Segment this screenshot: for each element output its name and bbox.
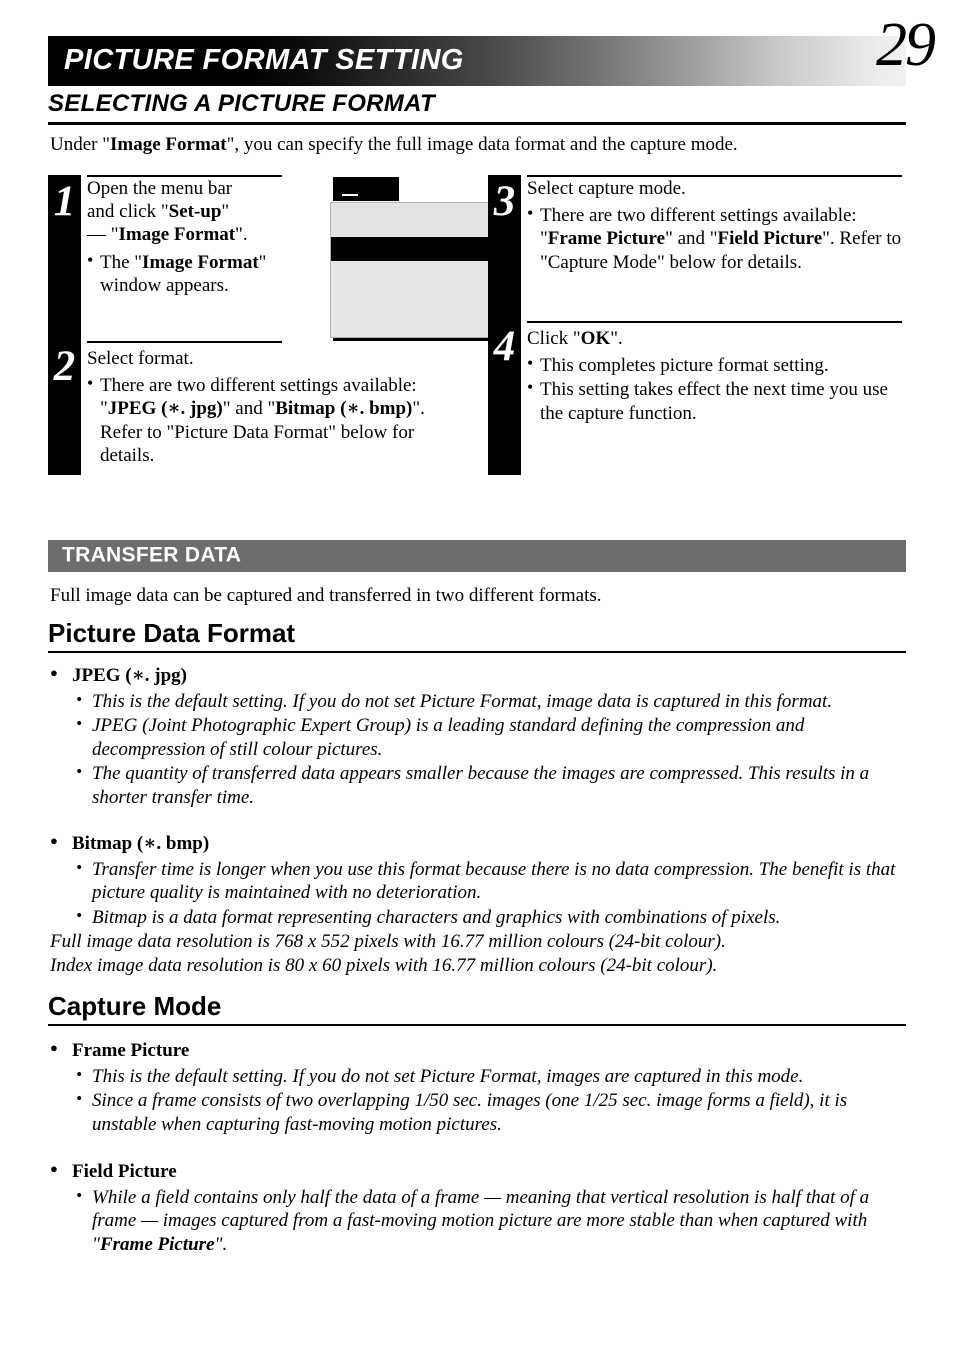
transfer-data-band-label: TRANSFER DATA [62, 543, 242, 567]
field-picture-label: Field Picture [50, 1160, 912, 1184]
jpeg-bullet-list: This is the default setting. If you do n… [50, 689, 912, 810]
frame-picture-label: Frame Picture [50, 1039, 912, 1063]
jpeg-bullet-1: This is the default setting. If you do n… [50, 689, 912, 714]
bitmap-bullet-2: Bitmap is a data format representing cha… [50, 905, 912, 930]
step-4-title-suffix: ". [610, 328, 623, 349]
step-4-bullet-2: This setting takes effect the next time … [527, 377, 902, 424]
step-4-body: Click "OK". This completes picture forma… [527, 327, 902, 426]
step-number-2: 2 [53, 343, 76, 390]
page-number: 29 [876, 11, 936, 79]
frame-picture-bullet-1: This is the default setting. If you do n… [50, 1064, 912, 1089]
step-4-bullets: This completes picture format setting. T… [527, 353, 902, 425]
intro-suffix: ", you can specify the full image data f… [226, 134, 738, 155]
bitmap-bullet-list: Transfer time is longer when you use thi… [50, 857, 912, 930]
section-title: SELECTING A PICTURE FORMAT [48, 90, 906, 125]
step-3-body: Select capture mode. There are two diffe… [527, 177, 902, 275]
step-3-bullet-bold-2: Field Picture [717, 228, 823, 250]
step-4-divider [527, 321, 902, 323]
step-1-bullet-1: The "Image Format" window appears. [87, 250, 282, 297]
step-3-bullets: There are two different settings availab… [527, 203, 902, 274]
step-2-bullet-mid: " and " [222, 398, 276, 420]
bitmap-label: Bitmap (∗. bmp) [50, 832, 912, 856]
step-number-bar-left: 1 2 [48, 175, 81, 475]
picture-data-format-heading: Picture Data Format [48, 618, 906, 653]
step-2-bullet-bold-1: JPEG (∗. jpg) [107, 398, 223, 420]
steps-column-right: 3 4 Select capture mode. There are two d… [488, 175, 908, 475]
step-1-line-3-prefix: — " [87, 224, 119, 246]
step-4-bullet-1: This completes picture format setting. [527, 353, 902, 377]
frame-picture-bullet-list: This is the default setting. If you do n… [50, 1064, 912, 1137]
step-1-line-2: and click "Set-up" [87, 200, 282, 223]
page-header-bar: PICTURE FORMAT SETTING [48, 36, 906, 86]
menu-dropdown-panel [330, 202, 513, 338]
jpeg-bullet-2: JPEG (Joint Photographic Expert Group) i… [50, 713, 912, 761]
page-title: PICTURE FORMAT SETTING [64, 43, 464, 76]
field-picture-bullet-1: While a field contains only half the dat… [50, 1185, 912, 1257]
intro-bold-term: Image Format [110, 134, 227, 155]
step-3-bullet-bold-1: Frame Picture [547, 228, 666, 250]
menu-bar-item-setup[interactable] [333, 177, 399, 201]
field-picture-bullet-suffix: ". [214, 1233, 228, 1255]
menu-item-selected-image-format[interactable] [331, 237, 512, 261]
steps-column-left: 1 2 Open the menu bar and click "Set-up"… [48, 175, 513, 475]
step-1-line-1: Open the menu bar [87, 178, 233, 199]
step-1-line-3-suffix: ". [235, 224, 248, 246]
step-1-body: Open the menu bar and click "Set-up" — "… [87, 177, 282, 298]
menu-item-with-submenu[interactable] [331, 204, 512, 236]
steps-region: 1 2 Open the menu bar and click "Set-up"… [48, 175, 908, 475]
bitmap-bullet-1: Transfer time is longer when you use thi… [50, 857, 912, 905]
step-number-4: 4 [493, 323, 516, 370]
step-number-1: 1 [53, 178, 76, 225]
step-4-title-bold: OK [580, 328, 611, 349]
step-2-title: Select format. [87, 348, 194, 369]
bitmap-note-index-image: Index image data resolution is 80 x 60 p… [50, 954, 718, 976]
intro-prefix: Under " [50, 134, 110, 155]
step-1-line-3-bold: Image Format [118, 224, 236, 246]
step-2-body: Select format. There are two different s… [87, 347, 462, 468]
step-1-bullet-prefix: The " [100, 251, 143, 273]
frame-picture-block: Frame Picture This is the default settin… [50, 1039, 912, 1137]
step-1-line-2-suffix: " [221, 201, 230, 223]
transfer-data-caption: Full image data can be captured and tran… [50, 585, 602, 606]
step-3-bullet-1: There are two different settings availab… [527, 203, 902, 274]
field-picture-bullet-list: While a field contains only half the dat… [50, 1185, 912, 1257]
jpeg-block: JPEG (∗. jpg) This is the default settin… [50, 664, 912, 810]
step-2-bullets: There are two different settings availab… [87, 373, 462, 467]
step-3-bullet-mid: " and " [665, 228, 718, 250]
step-1-line-3: — "Image Format". [87, 223, 282, 246]
jpeg-label: JPEG (∗. jpg) [50, 664, 912, 688]
jpeg-bullet-3: The quantity of transferred data appears… [50, 761, 912, 809]
capture-mode-heading: Capture Mode [48, 991, 906, 1026]
step-3-title: Select capture mode. [527, 178, 686, 199]
step-1-bullet-bold: Image Format [142, 251, 259, 273]
frame-picture-bullet-2: Since a frame consists of two overlappin… [50, 1088, 912, 1136]
step-number-3: 3 [493, 178, 516, 225]
field-picture-block: Field Picture While a field contains onl… [50, 1160, 912, 1257]
step-2-divider [87, 341, 282, 343]
step-number-bar-right: 3 4 [488, 175, 521, 475]
step-4-title-prefix: Click " [527, 328, 581, 349]
step-1-line-2-bold: Set-up [168, 201, 222, 223]
step-1-bullets: The "Image Format" window appears. [87, 250, 282, 297]
step-4-title: Click "OK". [527, 327, 902, 350]
transfer-data-band: TRANSFER DATA [48, 540, 906, 572]
step-1-line-2-prefix: and click " [87, 201, 169, 223]
field-picture-bullet-bold: Frame Picture [99, 1233, 215, 1255]
step-2-bullet-bold-2: Bitmap (∗. bmp) [275, 398, 413, 420]
step-2-bullet-1: There are two different settings availab… [87, 373, 462, 467]
bitmap-note-full-image: Full image data resolution is 768 x 552 … [50, 931, 726, 953]
bitmap-block: Bitmap (∗. bmp) Transfer time is longer … [50, 832, 912, 977]
section-intro: Under "Image Format", you can specify th… [50, 133, 920, 158]
menu-screenshot-illustration [285, 175, 513, 343]
